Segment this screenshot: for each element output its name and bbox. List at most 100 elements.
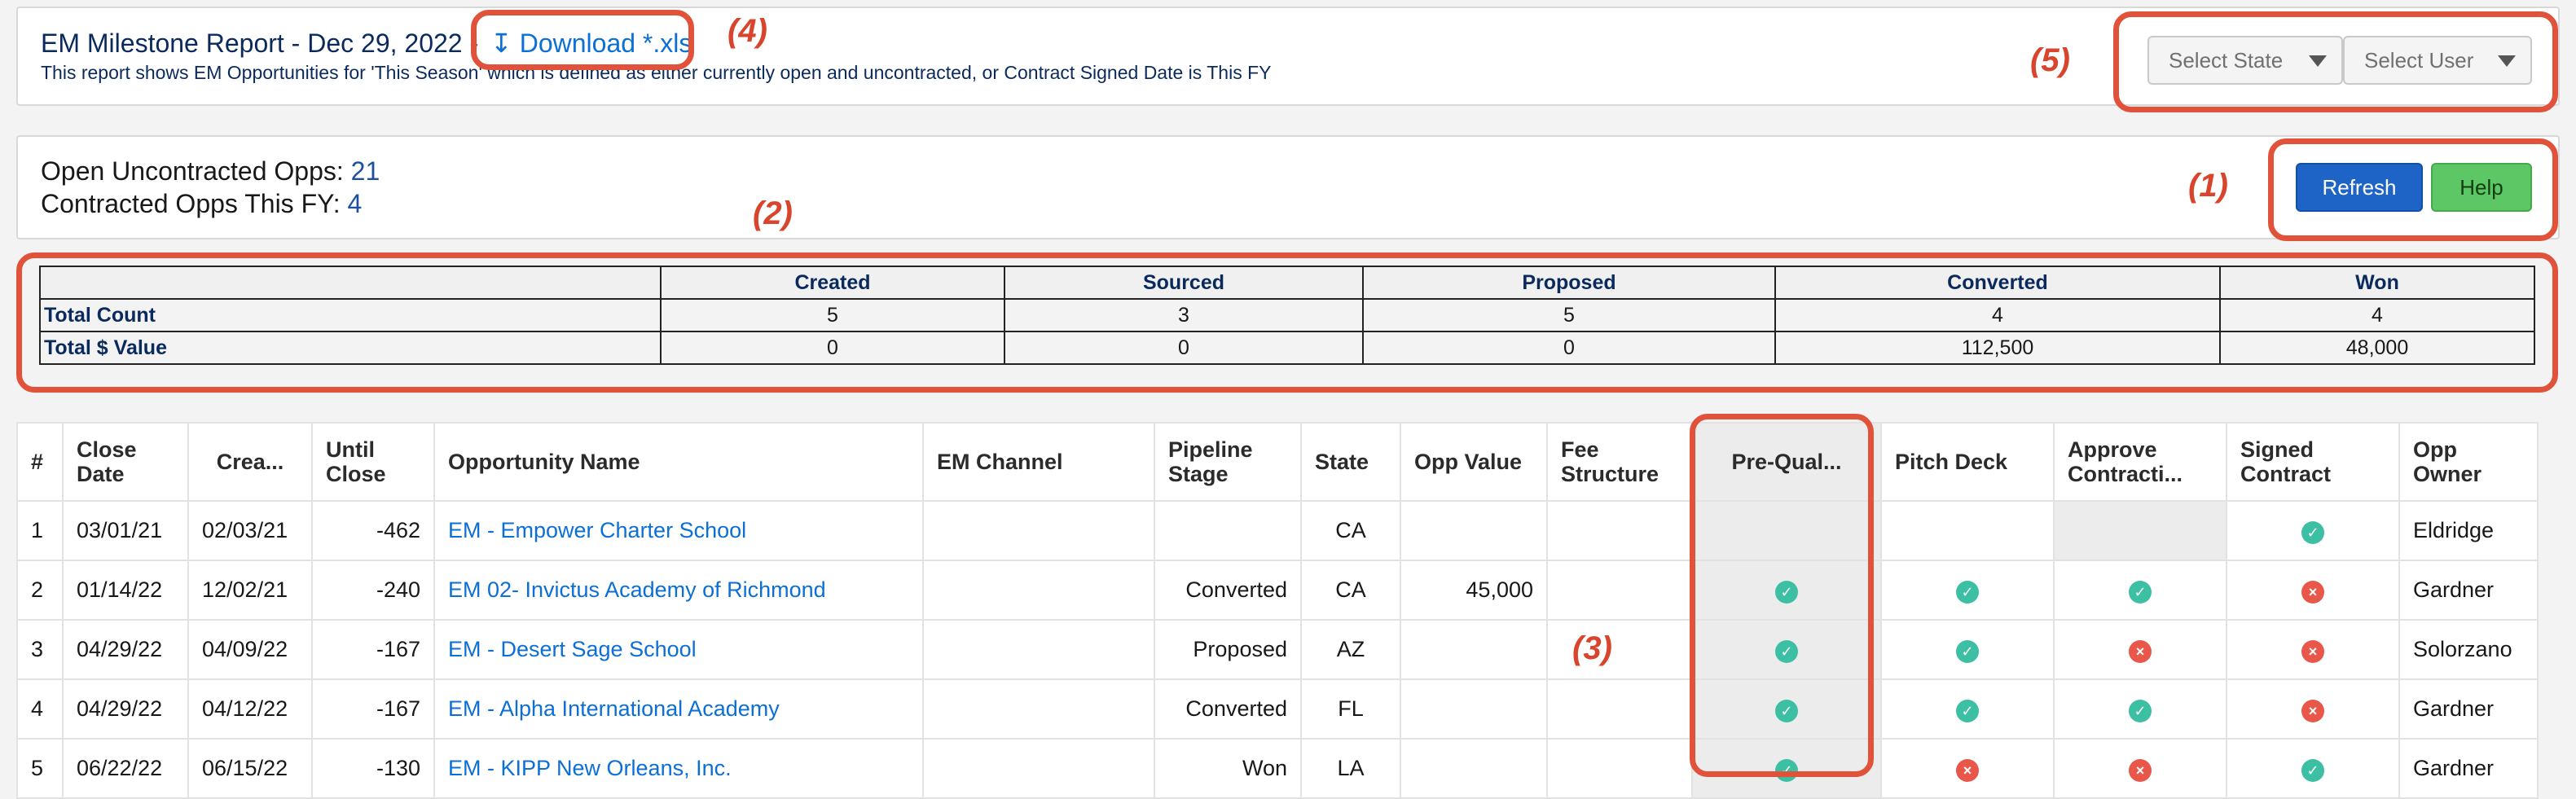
select-state-dropdown[interactable]: Select State (2147, 36, 2343, 85)
check-circle-icon: ✓ (1775, 580, 1798, 604)
x-circle-icon: × (2301, 699, 2324, 722)
milestone-cell: 4 (2219, 298, 2535, 332)
col-pipeline-stage-header[interactable]: Pipeline Stage (1154, 422, 1302, 502)
table-row[interactable]: 4 04/29/22 04/12/22 -167 EM - Alpha Internat… (16, 678, 2539, 740)
download-xls-link[interactable]: ↧ Download *.xls (490, 29, 692, 58)
summary-panel (16, 135, 2560, 239)
row-number: 5 (16, 738, 64, 799)
opp-owner: Gardner (2398, 560, 2539, 621)
milestone-cell: 5 (1362, 298, 1776, 332)
help-button[interactable]: Help (2431, 163, 2532, 212)
pipeline-stage: Won (1154, 738, 1302, 799)
x-circle-icon: × (2129, 758, 2152, 782)
close-date: 04/29/22 (62, 678, 189, 740)
col-close-date-header[interactable]: Close Date (62, 422, 189, 502)
milestone-cell: 4 (1774, 298, 2221, 332)
signed-contract-status: × (2226, 560, 2400, 621)
milestone-cell: 3 (1004, 298, 1364, 332)
em-channel (922, 619, 1155, 680)
milestone-cell: 112,500 (1774, 331, 2221, 365)
check-circle-icon: ✓ (1956, 699, 1979, 722)
opportunity-name-link[interactable]: EM - Alpha International Academy (433, 678, 924, 740)
open-label: Open Uncontracted Opps: (41, 156, 344, 186)
pitch-deck-status: ✓ (1880, 560, 2055, 621)
milestone-header: Created (660, 266, 1005, 300)
col-opportunity-name-header[interactable]: Opportunity Name (433, 422, 924, 502)
caret-down-icon (2498, 55, 2516, 67)
annotation-4: (4) (728, 13, 767, 49)
opportunity-name-link[interactable]: EM - KIPP New Orleans, Inc. (433, 738, 924, 799)
table-row[interactable]: 3 04/29/22 04/09/22 -167 EM - Desert Sage Sc… (16, 619, 2539, 680)
milestone-cell: 48,000 (2219, 331, 2535, 365)
state-cell: CA (1300, 500, 1401, 561)
em-channel (922, 500, 1155, 561)
report-title: EM Milestone Report - Dec 29, 2022 - ↧ D… (41, 28, 692, 59)
opportunity-name-link[interactable]: EM - Empower Charter School (433, 500, 924, 561)
opp-owner: Solorzano (2398, 619, 2539, 680)
check-circle-icon: ✓ (2129, 580, 2152, 604)
contracted-value: 4 (347, 189, 363, 218)
col-em-channel-header[interactable]: EM Channel (922, 422, 1155, 502)
pipeline-stage (1154, 500, 1302, 561)
col-pitch-deck-header[interactable]: Pitch Deck (1880, 422, 2055, 502)
opp-value (1400, 619, 1548, 680)
table-row[interactable]: 2 01/14/22 12/02/21 -240 EM 02- Invictus Aca… (16, 560, 2539, 621)
milestone-value-row: Total $ Value 0 0 0 112,500 48,000 (39, 331, 2535, 365)
report-subtitle: This report shows EM Opportunities for '… (41, 62, 1272, 83)
check-circle-icon: ✓ (2301, 758, 2324, 782)
refresh-button[interactable]: Refresh (2296, 163, 2423, 212)
pipeline-stage: Proposed (1154, 619, 1302, 680)
report-title-text: EM Milestone Report - Dec 29, 2022 - (41, 29, 479, 58)
caret-down-icon (2309, 55, 2327, 67)
table-row[interactable]: 1 03/01/21 02/03/21 -462 EM - Empower Charte… (16, 500, 2539, 561)
approve-contracting-status: × (2053, 619, 2227, 680)
opp-value (1400, 500, 1548, 561)
col-created-header[interactable]: Crea... (187, 422, 313, 502)
milestone-corner-cell (39, 266, 662, 300)
pipeline-stage: Converted (1154, 560, 1302, 621)
fee-structure (1546, 678, 1693, 740)
prequal-status: ✓ (1691, 619, 1882, 680)
prequal-status: ✓ (1691, 560, 1882, 621)
select-user-label: Select User (2364, 47, 2474, 72)
annotation-5: (5) (2030, 42, 2070, 78)
col-state-header[interactable]: State (1300, 422, 1401, 502)
col-prequal-header[interactable]: Pre-Qual... (1691, 422, 1882, 502)
until-close: -130 (311, 738, 435, 799)
opportunity-name-link[interactable]: EM 02- Invictus Academy of Richmond (433, 560, 924, 621)
milestone-header: Won (2219, 266, 2535, 300)
pitch-deck-status: × (1880, 738, 2055, 799)
prequal-status: ✓ (1691, 678, 1882, 740)
signed-contract-status: × (2226, 678, 2400, 740)
col-number-header[interactable]: # (16, 422, 64, 502)
open-uncontracted-summary: Open Uncontracted Opps: 21 (41, 156, 380, 187)
em-channel (922, 678, 1155, 740)
col-opp-value-header[interactable]: Opp Value (1400, 422, 1548, 502)
milestone-header: Sourced (1004, 266, 1364, 300)
col-approve-contracting-header[interactable]: Approve Contracti... (2053, 422, 2227, 502)
created-date: 04/09/22 (187, 619, 313, 680)
col-opp-owner-header[interactable]: Opp Owner (2398, 422, 2539, 502)
milestone-header-row: Created Sourced Proposed Converted Won (39, 266, 2535, 300)
milestone-cell: 0 (1004, 331, 1364, 365)
row-number: 4 (16, 678, 64, 740)
until-close: -167 (311, 619, 435, 680)
col-signed-contract-header[interactable]: Signed Contract (2226, 422, 2400, 502)
row-number: 1 (16, 500, 64, 561)
until-close: -240 (311, 560, 435, 621)
row-number: 2 (16, 560, 64, 621)
table-row[interactable]: 5 06/22/22 06/15/22 -130 EM - KIPP New Orlea… (16, 738, 2539, 799)
check-circle-icon: ✓ (1775, 639, 1798, 663)
opp-owner: Gardner (2398, 678, 2539, 740)
col-until-close-header[interactable]: Until Close (311, 422, 435, 502)
x-circle-icon: × (2129, 639, 2152, 663)
select-user-dropdown[interactable]: Select User (2343, 36, 2532, 85)
contracted-summary: Contracted Opps This FY: 4 (41, 189, 362, 219)
close-date: 03/01/21 (62, 500, 189, 561)
fee-structure (1546, 738, 1693, 799)
col-fee-structure-header[interactable]: Fee Structure (1546, 422, 1693, 502)
select-state-label: Select State (2169, 47, 2284, 72)
check-circle-icon: ✓ (1956, 580, 1979, 604)
created-date: 04/12/22 (187, 678, 313, 740)
opportunity-name-link[interactable]: EM - Desert Sage School (433, 619, 924, 680)
